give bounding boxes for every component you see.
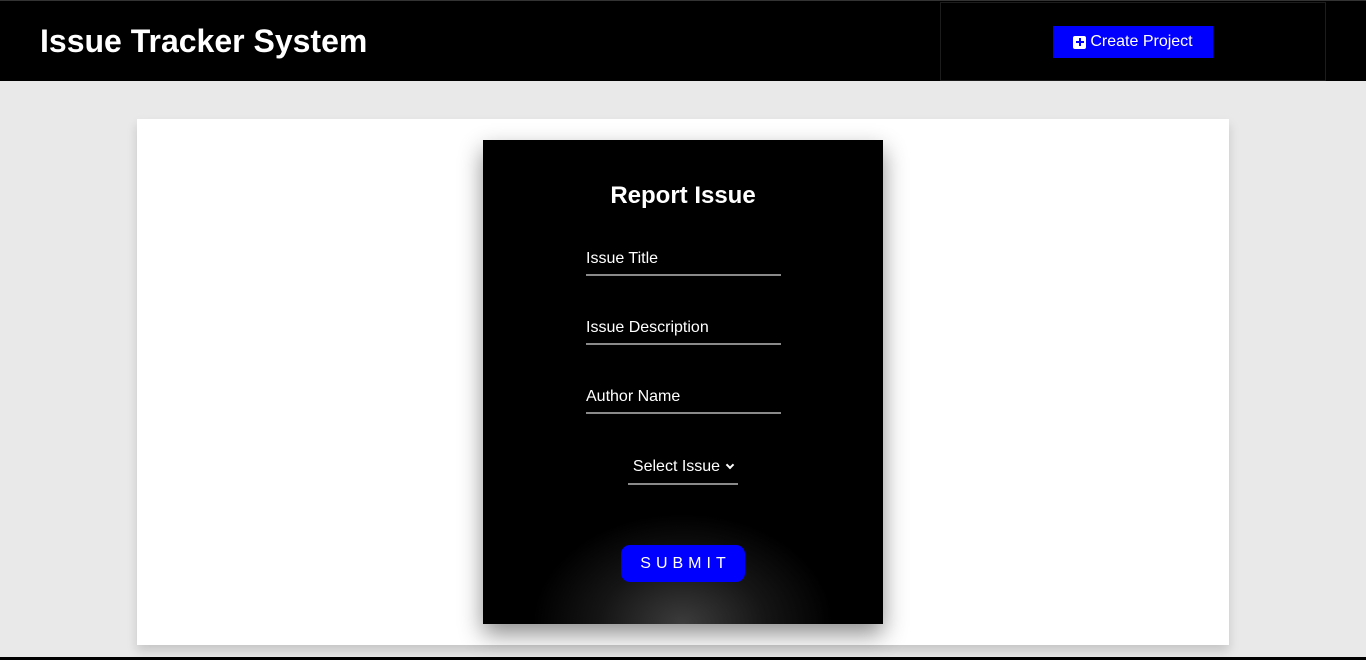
author-name-input[interactable] (586, 382, 781, 412)
chevron-down-icon (725, 460, 735, 470)
select-issue-dropdown[interactable]: Select Issue (628, 451, 738, 485)
submit-button[interactable]: SUBMIT (621, 545, 745, 582)
content-panel: Report Issue Select Issue SUBMIT (137, 119, 1229, 645)
navbar-actions: Create Project (940, 2, 1326, 81)
select-issue-label: Select Issue (632, 458, 721, 475)
plus-square-icon (1073, 35, 1087, 49)
create-project-button[interactable]: Create Project (1053, 26, 1213, 58)
issue-title-field (586, 244, 781, 276)
report-issue-form: Report Issue Select Issue SUBMIT (483, 140, 883, 624)
top-navbar: Issue Tracker System Create Project (0, 0, 1366, 81)
form-heading: Report Issue (610, 182, 756, 209)
issue-description-field (586, 313, 781, 345)
issue-description-input[interactable] (586, 313, 781, 343)
app-title: Issue Tracker System (40, 23, 368, 59)
create-project-label: Create Project (1090, 33, 1193, 50)
author-name-field (586, 382, 781, 414)
issue-title-input[interactable] (586, 244, 781, 274)
